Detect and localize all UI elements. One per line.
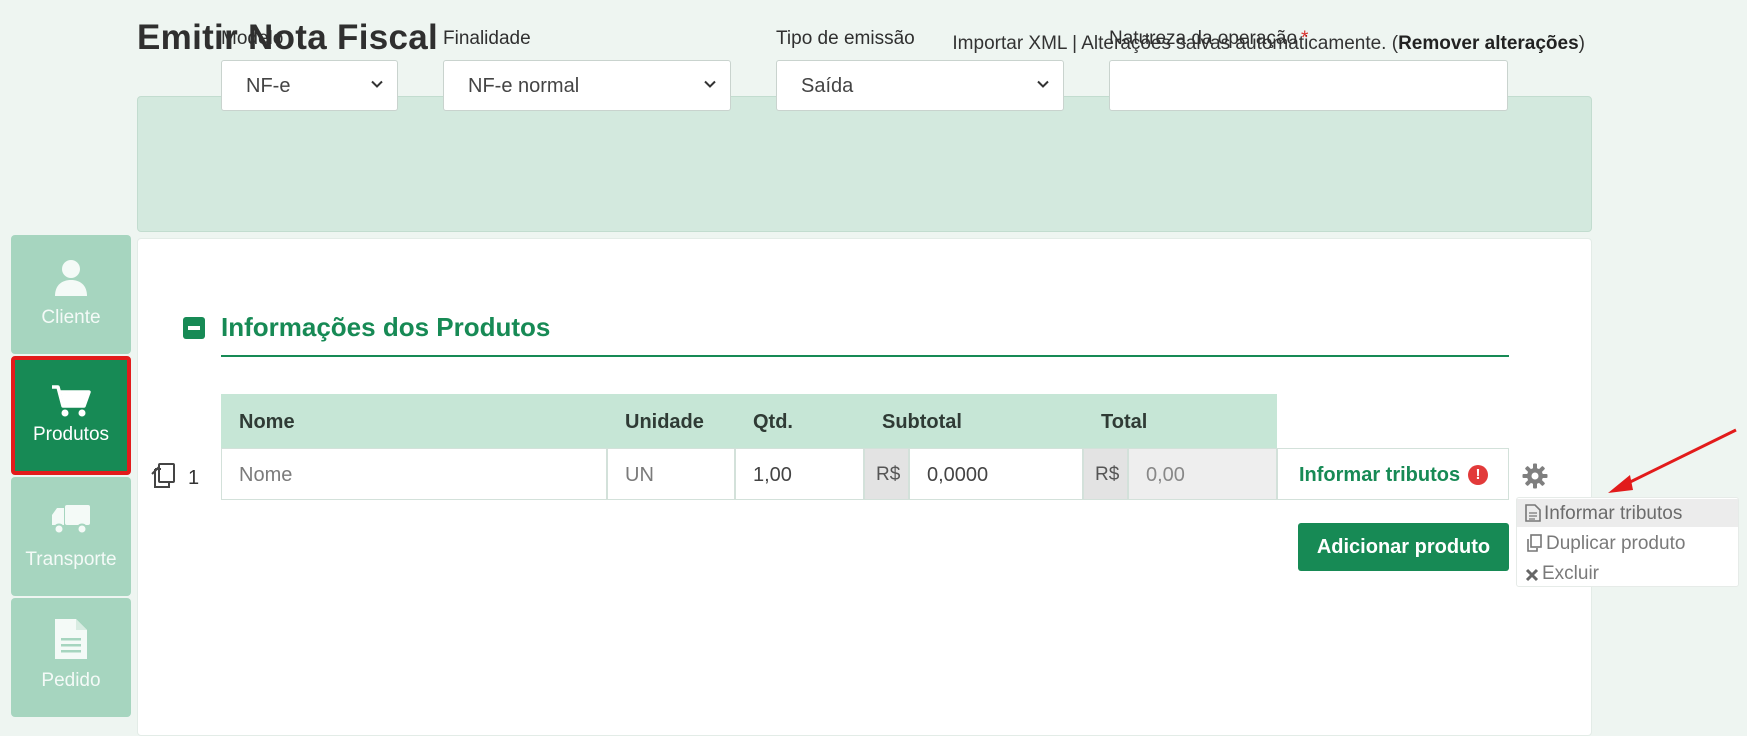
- truck-icon: [52, 505, 90, 535]
- menu-item-label: Duplicar produto: [1546, 533, 1686, 554]
- sidebar-item-pedido[interactable]: Pedido: [11, 598, 131, 717]
- section-divider: [221, 355, 1509, 357]
- menu-item-excluir[interactable]: Excluir: [1517, 559, 1738, 587]
- modelo-value: NF-e: [246, 75, 291, 97]
- tipo-emissao-select[interactable]: Saída: [776, 60, 1064, 111]
- unit-input[interactable]: UN: [607, 448, 735, 500]
- sidebar-item-label: Produtos: [32, 424, 110, 445]
- quantity-input[interactable]: 1,00: [735, 448, 864, 500]
- finalidade-select[interactable]: NF-e normal: [443, 60, 731, 111]
- total-value: 0,00: [1128, 448, 1277, 500]
- modelo-select[interactable]: NF-e: [221, 60, 398, 111]
- finalidade-value: NF-e normal: [468, 75, 580, 97]
- sidebar-item-transporte[interactable]: Transporte: [11, 477, 131, 596]
- product-actions-menu: Informar tributos Duplicar produto Exclu…: [1516, 497, 1739, 587]
- user-icon: [55, 260, 87, 296]
- tipo-emissao-field: Tipo de emissão Saída: [776, 28, 1064, 111]
- tipo-emissao-label: Tipo de emissão: [776, 28, 915, 49]
- sidebar-item-produtos[interactable]: Produtos: [11, 356, 131, 475]
- column-header-total: Total: [1083, 394, 1277, 448]
- close-icon: [1525, 568, 1539, 582]
- natureza-input[interactable]: [1109, 60, 1508, 111]
- header-separator: |: [1066, 33, 1082, 54]
- gear-icon[interactable]: [1522, 463, 1548, 489]
- natureza-label: Natureza da operação *: [1109, 28, 1508, 50]
- sidebar-item-label: Pedido: [41, 670, 101, 691]
- chevron-down-icon: [371, 80, 383, 88]
- natureza-label-text: Natureza da operação: [1109, 28, 1298, 49]
- product-name-input[interactable]: Nome: [221, 448, 607, 500]
- tipo-emissao-value: Saída: [801, 75, 854, 97]
- collapse-section-toggle[interactable]: [183, 317, 205, 339]
- subtotal-input[interactable]: 0,0000: [909, 448, 1083, 500]
- copy-icon: [1527, 534, 1542, 552]
- finalidade-label: Finalidade: [443, 28, 531, 49]
- alert-icon: !: [1468, 465, 1488, 485]
- modelo-label: Modelo: [221, 28, 284, 49]
- sidebar-item-cliente[interactable]: Cliente: [11, 235, 131, 354]
- column-header-unidade: Unidade: [607, 394, 735, 448]
- section-title: Informações dos Produtos: [221, 312, 551, 342]
- informar-tributos-button[interactable]: Informar tributos !: [1277, 448, 1509, 500]
- natureza-field: Natureza da operação *: [1109, 28, 1508, 111]
- currency-addon: R$: [864, 448, 909, 500]
- required-mark: *: [1301, 28, 1309, 49]
- menu-item-duplicar-produto[interactable]: Duplicar produto: [1517, 529, 1738, 557]
- menu-item-informar-tributos[interactable]: Informar tributos: [1517, 499, 1738, 527]
- document-icon: [55, 619, 87, 659]
- menu-item-label: Informar tributos: [1544, 503, 1683, 524]
- sidebar-item-label: Cliente: [41, 307, 101, 328]
- file-icon: [1525, 504, 1541, 522]
- close-paren: ): [1578, 33, 1585, 54]
- row-number: 1: [188, 467, 200, 489]
- add-product-button[interactable]: Adicionar produto: [1298, 523, 1509, 571]
- copy-icon[interactable]: [150, 462, 178, 490]
- cart-icon: [52, 385, 91, 417]
- column-header-nome: Nome: [221, 394, 607, 448]
- nf-settings-panel: [137, 96, 1592, 232]
- chevron-down-icon: [1037, 80, 1049, 88]
- currency-addon: R$: [1083, 448, 1128, 500]
- finalidade-field: Finalidade NF-e normal: [443, 28, 731, 111]
- page: Emitir Nota Fiscal Importar XML | Altera…: [0, 0, 1747, 736]
- informar-tributos-label: Informar tributos: [1299, 464, 1461, 486]
- chevron-down-icon: [704, 80, 716, 88]
- column-header-qtd: Qtd.: [735, 394, 864, 448]
- modelo-field: Modelo NF-e: [221, 28, 398, 111]
- annotation-arrow-icon: [1608, 428, 1737, 493]
- menu-item-label: Excluir: [1542, 563, 1600, 584]
- column-header-subtotal: Subtotal: [864, 394, 1083, 448]
- sidebar-item-label: Transporte: [25, 549, 117, 570]
